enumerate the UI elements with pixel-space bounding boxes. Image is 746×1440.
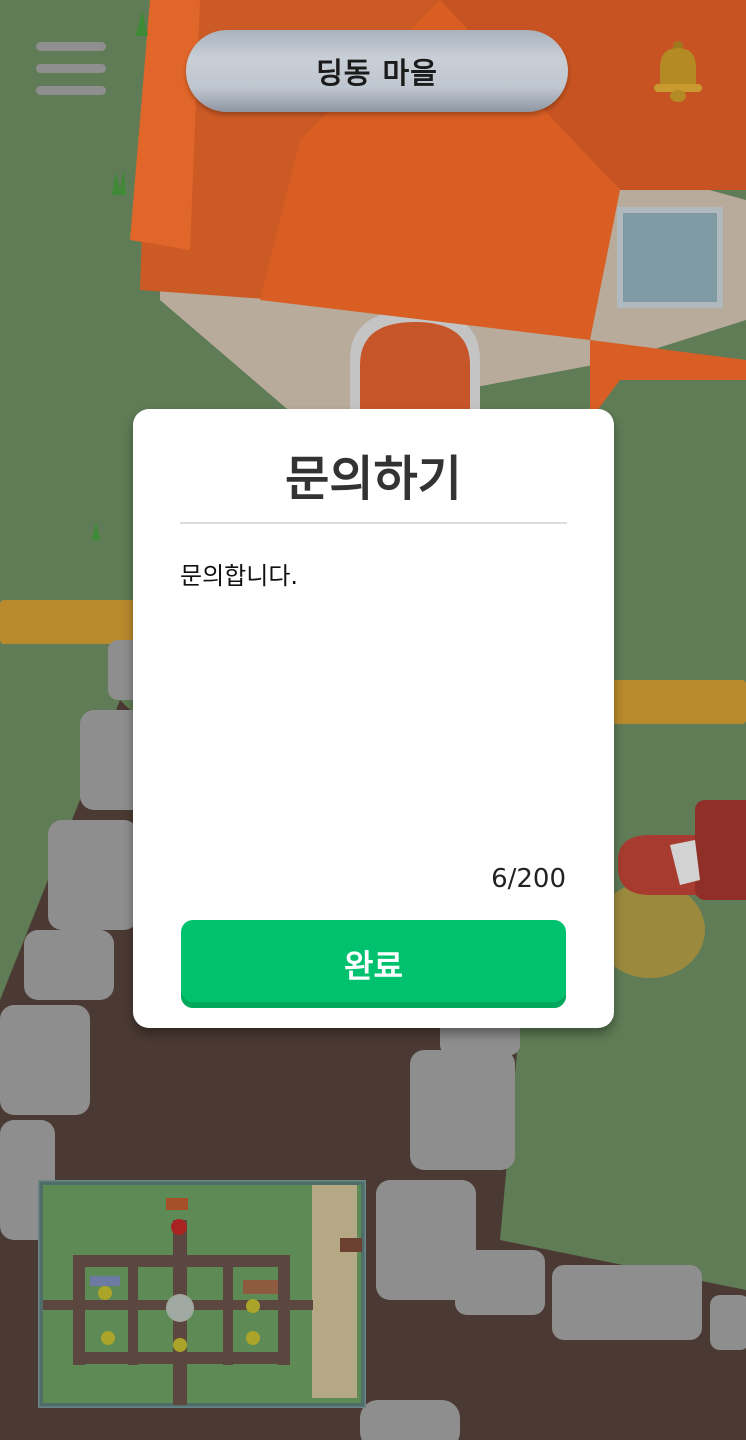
dialog-title: 문의하기	[285, 451, 462, 507]
menu-line	[36, 64, 106, 73]
menu-line	[36, 42, 106, 51]
minimap[interactable]	[38, 1180, 366, 1408]
menu-line	[36, 86, 106, 95]
submit-button-label: 완료	[344, 947, 403, 985]
hamburger-menu-icon[interactable]	[36, 42, 106, 102]
village-name-banner: 딩동 마을	[186, 30, 568, 112]
character-counter: 6/200	[491, 864, 566, 894]
fence-left	[0, 600, 135, 644]
inquiry-dialog: 문의하기 문의합니다. 6/200 완료	[133, 409, 614, 1028]
divider	[180, 522, 567, 524]
village-name: 딩동 마을	[316, 56, 438, 90]
submit-button[interactable]: 완료	[181, 920, 566, 1008]
fence-right	[612, 680, 746, 724]
inquiry-textarea[interactable]: 문의합니다.	[180, 556, 567, 591]
bell-icon[interactable]	[648, 38, 708, 104]
